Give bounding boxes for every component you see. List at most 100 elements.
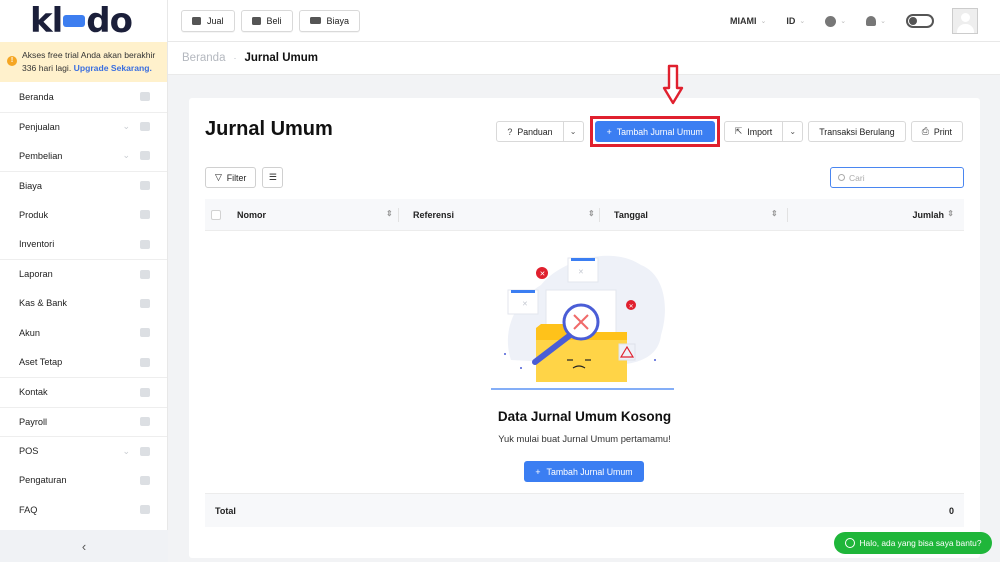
logo-mark xyxy=(63,14,86,27)
chevron-down-icon: ⌄ xyxy=(122,150,130,161)
chevron-down-icon: ⌄ xyxy=(799,18,806,25)
clock-icon xyxy=(825,15,837,27)
empty-state-title: Data Jurnal Umum Kosong xyxy=(497,409,672,424)
table-total-row: Total 0 xyxy=(205,493,964,527)
sidebar-item-kas-bank[interactable]: Kas & Bank xyxy=(0,289,167,319)
svg-text:✕: ✕ xyxy=(578,268,584,276)
sidebar-item-pembelian[interactable]: Pembelian ⌄ xyxy=(0,141,167,171)
add-journal-button[interactable]: + Tambah Jurnal Umum xyxy=(594,121,715,142)
pos-icon xyxy=(140,446,150,456)
sidebar-item-label: FAQ xyxy=(19,504,38,515)
sidebar-menu: Beranda Penjualan ⌄ Pembelian ⌄ Biaya Produk In… xyxy=(0,82,167,525)
dark-mode-toggle[interactable] xyxy=(906,14,934,28)
chat-support-button[interactable]: Halo, ada yang bisa saya bantu? xyxy=(834,532,992,554)
total-label: Total xyxy=(215,505,236,516)
add-journal-label: Tambah Jurnal Umum xyxy=(616,126,703,137)
plus-icon: + xyxy=(535,466,541,477)
company-selector[interactable]: MIAMI ⌄ xyxy=(730,16,766,26)
sort-icon[interactable]: ⇕ xyxy=(771,209,778,218)
sidebar-collapse-button[interactable]: ‹ xyxy=(0,530,168,562)
sidebar-item-label: Pengaturan xyxy=(19,475,67,486)
filter-button[interactable]: ▽ Filter xyxy=(205,167,257,188)
logo-text-start: kl xyxy=(30,1,63,41)
sidebar-item-penjualan[interactable]: Penjualan ⌄ xyxy=(0,111,167,142)
breadcrumb-home[interactable]: Beranda xyxy=(182,52,225,64)
sidebar-item-label: Penjualan xyxy=(19,121,60,132)
language-selector[interactable]: ID ⌄ xyxy=(786,16,805,26)
action-toolbar: ? Panduan ⌄ + Tambah Jurnal Umum ⇱ Impor… xyxy=(496,116,963,147)
sidebar-item-akun[interactable]: Akun xyxy=(0,318,167,348)
history-button[interactable]: ⌄ xyxy=(825,15,847,27)
chevron-down-icon: ⌄ xyxy=(122,121,130,132)
upgrade-link[interactable]: Upgrade Sekarang. xyxy=(74,63,152,73)
notification-button[interactable]: ⌄ xyxy=(866,16,886,26)
column-settings-button[interactable]: ☰ xyxy=(262,167,284,188)
sidebar-item-payroll[interactable]: Payroll xyxy=(0,406,167,437)
chart-icon xyxy=(140,269,150,279)
sidebar-item-beranda[interactable]: Beranda xyxy=(0,82,167,112)
sidebar-item-laporan[interactable]: Laporan xyxy=(0,259,167,289)
empty-state-subtitle: Yuk mulai buat Jurnal Umum pertamamu! xyxy=(498,433,671,444)
column-header-amount[interactable]: Jumlah xyxy=(912,199,944,231)
building-icon xyxy=(140,357,150,367)
column-header-number[interactable]: Nomor xyxy=(237,199,266,231)
print-button[interactable]: ⎙ Print xyxy=(910,121,963,142)
warning-icon: ! xyxy=(7,56,17,66)
sidebar-item-inventori[interactable]: Inventori xyxy=(0,230,167,260)
sidebar-item-label: Kontak xyxy=(19,387,48,398)
guide-button[interactable]: ? Panduan xyxy=(496,121,564,142)
table-header: Nomor ⇕ Referensi ⇕ Tanggal ⇕ Jumlah ⇕ xyxy=(205,199,964,231)
chevron-left-icon: ‹ xyxy=(81,538,87,554)
sidebar-item-biaya[interactable]: Biaya xyxy=(0,170,167,201)
import-dropdown-button[interactable]: ⌄ xyxy=(783,121,804,142)
quick-expense-button[interactable]: Biaya xyxy=(298,9,361,32)
bell-icon xyxy=(866,16,877,26)
logo[interactable]: kl do xyxy=(0,0,167,42)
sidebar-item-pengaturan[interactable]: Pengaturan xyxy=(0,466,167,496)
guide-dropdown-button[interactable]: ⌄ xyxy=(563,121,584,142)
sidebar-item-pos[interactable]: POS ⌄ xyxy=(0,436,167,466)
sort-icon[interactable]: ⇕ xyxy=(386,209,393,218)
select-all-checkbox[interactable] xyxy=(211,209,221,220)
quick-sell-button[interactable]: Jual xyxy=(181,9,235,32)
recurring-label: Transaksi Berulang xyxy=(819,126,895,137)
chevron-down-icon: ⌄ xyxy=(840,18,847,25)
logo-text-end: do xyxy=(86,1,133,41)
sidebar-item-label: Produk xyxy=(19,209,49,220)
sidebar: kl do ! Akses free trial Anda akan berakh… xyxy=(0,0,168,562)
sidebar-item-label: Laporan xyxy=(19,269,53,280)
chevron-down-icon: ⌄ xyxy=(569,127,577,136)
contact-icon xyxy=(140,387,150,397)
empty-state-illustration: ✕ ✕ ✕ ✕ xyxy=(491,255,674,390)
topbar-right: MIAMI ⌄ ID ⌄ ⌄ ⌄ xyxy=(730,0,1000,42)
sidebar-item-aset-tetap[interactable]: Aset Tetap xyxy=(0,348,167,378)
print-label: Print xyxy=(933,126,952,137)
company-name: MIAMI xyxy=(730,16,757,26)
sort-icon[interactable]: ⇕ xyxy=(588,209,595,218)
chevron-down-icon: ⌄ xyxy=(789,127,797,136)
highlight-box: + Tambah Jurnal Umum xyxy=(589,116,720,147)
basket-icon xyxy=(140,122,150,132)
home-icon xyxy=(140,92,150,102)
import-button[interactable]: ⇱ Import xyxy=(723,121,784,142)
quick-buy-button[interactable]: Beli xyxy=(240,9,293,32)
recurring-transactions-button[interactable]: Transaksi Berulang xyxy=(808,121,906,142)
box-icon xyxy=(140,210,150,220)
filter-row: ▽ Filter ☰ xyxy=(205,167,284,188)
sort-icon[interactable]: ⇕ xyxy=(947,209,954,218)
column-header-reference[interactable]: Referensi xyxy=(413,199,454,231)
sidebar-item-produk[interactable]: Produk xyxy=(0,200,167,230)
bag-icon xyxy=(251,16,261,25)
trial-banner: ! Akses free trial Anda akan berakhir 33… xyxy=(0,42,167,82)
empty-state-add-button[interactable]: + Tambah Jurnal Umum xyxy=(524,461,644,482)
dollar-icon xyxy=(140,298,150,308)
payroll-icon xyxy=(140,417,150,427)
sidebar-item-faq[interactable]: FAQ xyxy=(0,495,167,525)
total-value: 0 xyxy=(948,505,954,516)
filter-label: Filter xyxy=(226,172,247,183)
column-header-date[interactable]: Tanggal xyxy=(614,199,648,231)
search-input[interactable]: Cari xyxy=(830,167,964,188)
sidebar-item-kontak[interactable]: Kontak xyxy=(0,377,167,407)
svg-text:✕: ✕ xyxy=(522,300,528,308)
avatar[interactable] xyxy=(952,8,978,34)
